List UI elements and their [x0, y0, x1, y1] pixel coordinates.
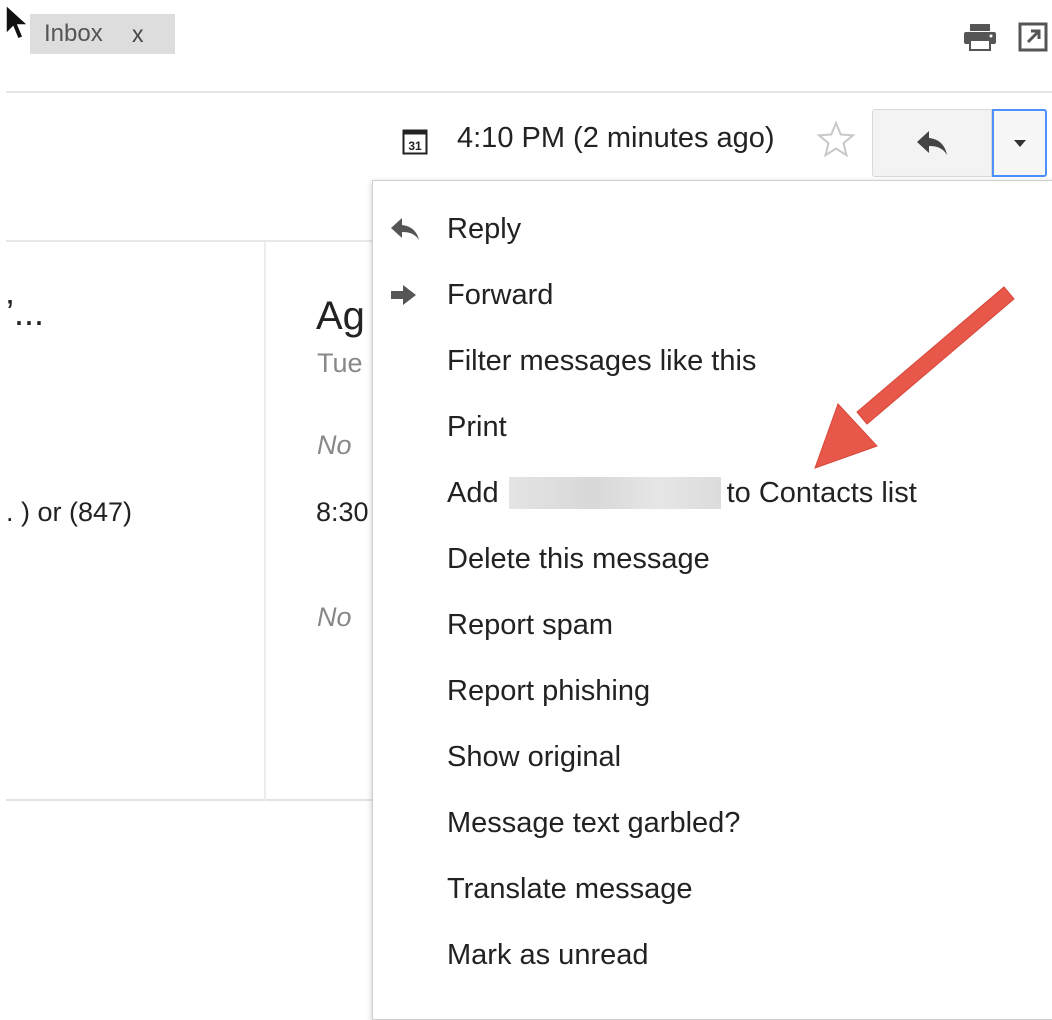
menu-item-label: Message text garbled? [447, 806, 741, 839]
menu-item-report-phishing[interactable]: Report phishing [447, 658, 650, 724]
menu-item-label: Mark as unread [447, 938, 649, 971]
card-top-border [6, 240, 374, 242]
menu-item-label: Forward [447, 278, 554, 311]
right-card-time: 8:30 [316, 497, 369, 527]
forward-icon [391, 285, 416, 305]
menu-item-label-prefix: Add [447, 476, 499, 509]
inbox-label-text: Inbox [44, 20, 103, 47]
menu-item-label: Filter messages like this [447, 344, 757, 377]
right-card-date: Tue [317, 348, 363, 378]
left-card-title: ’... [6, 292, 45, 333]
mouse-cursor-icon [5, 4, 30, 40]
new-window-icon[interactable] [1018, 22, 1048, 52]
menu-item-show-original[interactable]: Show original [447, 724, 621, 790]
menu-item-delete-message[interactable]: Delete this message [447, 526, 710, 592]
menu-item-mark-unread[interactable]: Mark as unread [447, 922, 649, 988]
calendar-icon-day: 31 [408, 139, 422, 153]
menu-item-label: Show original [447, 740, 622, 773]
menu-item-print[interactable]: Print [447, 394, 507, 460]
left-card-phone: . ) or (847) [6, 497, 133, 527]
menu-item-label: Reply [447, 212, 522, 245]
menu-item-translate-message[interactable]: Translate message [447, 856, 693, 922]
menu-item-add-to-contacts[interactable]: Add to Contacts list [447, 460, 917, 526]
calendar-icon: 31 [402, 129, 428, 155]
card-column-divider [264, 241, 266, 801]
menu-item-label: Report spam [447, 608, 614, 641]
menu-item-filter-messages[interactable]: Filter messages like this [447, 328, 756, 394]
reply-icon [391, 218, 419, 240]
header-divider [6, 91, 1052, 93]
menu-item-reply[interactable]: Reply [391, 196, 522, 262]
menu-item-label-suffix: to Contacts list [726, 476, 917, 509]
caret-down-icon [1013, 140, 1026, 147]
print-icon[interactable] [962, 22, 998, 52]
menu-item-label: Translate message [447, 872, 693, 905]
message-timestamp: 4:10 PM (2 minutes ago) [457, 122, 775, 154]
menu-item-label: Delete this message [447, 542, 710, 575]
right-card-note: No [317, 430, 352, 460]
menu-item-label: Print [447, 410, 507, 443]
right-card-note-2: No [317, 602, 352, 632]
right-card-title: Ag [316, 294, 365, 338]
menu-item-message-garbled[interactable]: Message text garbled? [447, 790, 740, 856]
reply-arrow-icon [917, 131, 947, 155]
remove-label-button[interactable]: x [132, 21, 144, 48]
reply-button[interactable] [872, 109, 992, 177]
redacted-contact-name [508, 477, 721, 509]
star-outline-icon[interactable] [816, 120, 856, 160]
menu-item-report-spam[interactable]: Report spam [447, 592, 613, 658]
card-bottom-border [6, 799, 374, 801]
inbox-label-chip: Inbox x [30, 14, 175, 54]
more-options-button[interactable] [992, 109, 1047, 177]
menu-item-label: Report phishing [447, 674, 651, 707]
menu-item-forward[interactable]: Forward [391, 262, 554, 328]
